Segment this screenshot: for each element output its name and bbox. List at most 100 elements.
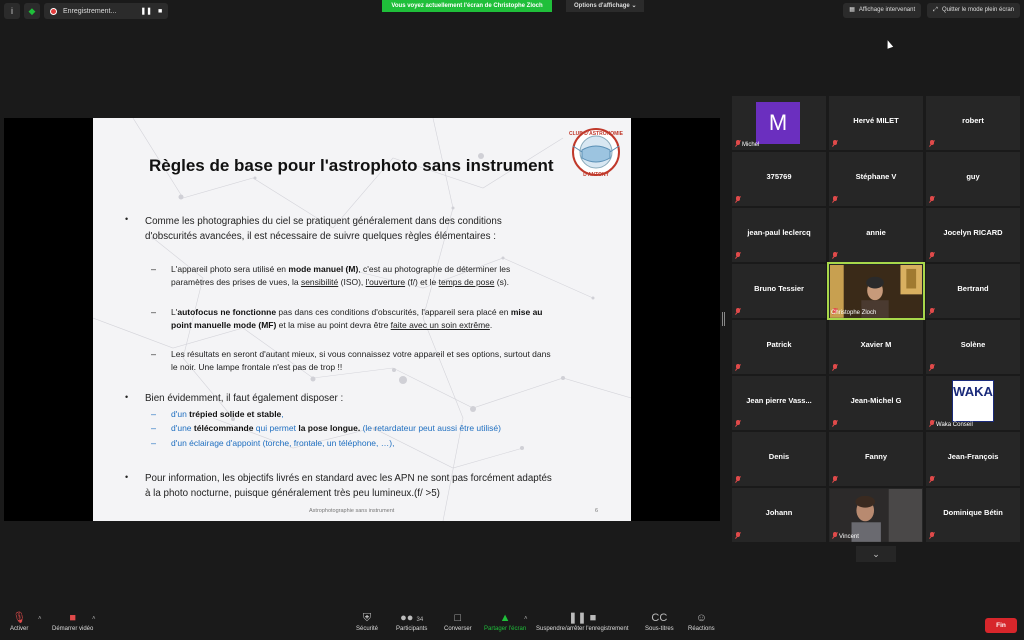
participant-name: Jean-Michel G xyxy=(850,396,902,405)
sub-2-line-1: L'autofocus ne fonctionne pas dans ces c… xyxy=(171,307,543,317)
bullet-1-line-2: d'obscurités avancées, il est nécessaire… xyxy=(145,231,496,242)
muted-mic-icon xyxy=(929,196,935,203)
participant-name: Johann xyxy=(765,508,793,517)
reactions-button[interactable]: ☺ Réactions xyxy=(688,610,715,632)
chevron-up-icon[interactable]: ˄ xyxy=(524,616,528,622)
end-meeting-button[interactable]: Fin xyxy=(985,618,1017,633)
participant-tile[interactable]: 375769 xyxy=(732,152,826,206)
info-icon[interactable]: i xyxy=(4,3,20,19)
recording-label: Enregistrement... xyxy=(63,7,117,15)
pause-stop-recording-button[interactable]: ❚❚ ■ Suspendre/arrêter l'enregistrement xyxy=(536,610,629,632)
dash-icon: – xyxy=(151,349,157,359)
dash-icon: – xyxy=(151,423,157,433)
participant-name: jean-paul leclercq xyxy=(747,228,811,237)
participant-tile[interactable]: Solène xyxy=(926,320,1020,374)
bullet-3-line-1: Pour information, les objectifs livrés e… xyxy=(145,473,552,484)
muted-mic-icon xyxy=(832,532,838,539)
subtitles-button[interactable]: CC Sous-titres xyxy=(645,610,674,632)
speaker-view-label: Affichage intervenant xyxy=(858,7,916,13)
participant-tile[interactable]: Vincent xyxy=(829,488,923,542)
muted-mic-icon xyxy=(929,252,935,259)
shield-icon[interactable]: ◆ xyxy=(24,3,40,19)
resize-handle[interactable] xyxy=(722,312,725,326)
participant-name: Fanny xyxy=(864,452,888,461)
shield-icon: ⛨ xyxy=(362,612,372,624)
participant-tile[interactable]: Bruno Tessier xyxy=(732,264,826,318)
participant-tile[interactable]: Xavier M xyxy=(829,320,923,374)
participants-count: 34 xyxy=(416,617,424,623)
slide-page-number: 6 xyxy=(595,508,599,514)
participant-tile[interactable]: guy xyxy=(926,152,1020,206)
chevron-up-icon[interactable]: ˄ xyxy=(92,616,96,622)
unmute-label: Activer xyxy=(10,626,29,632)
bullet-1-line-1: Comme les photographies du ciel se prati… xyxy=(145,216,502,227)
participant-tile[interactable]: WAKA Waka Conseil xyxy=(926,376,1020,430)
exit-fullscreen-button[interactable]: ⤢ Quitter le mode plein écran xyxy=(927,3,1020,18)
next-page-chevron-icon[interactable]: ⌄ xyxy=(856,546,896,562)
participant-tile[interactable]: jean-paul leclercq xyxy=(732,208,826,262)
view-options-button[interactable]: Options d'affichage ⌄ xyxy=(566,0,645,12)
participant-tile[interactable]: Johann xyxy=(732,488,826,542)
start-video-label: Démarrer vidéo xyxy=(52,626,94,632)
muted-mic-icon xyxy=(832,196,838,203)
chat-button[interactable]: □ Converser xyxy=(444,610,472,632)
participant-tile[interactable]: robert xyxy=(926,96,1020,150)
recording-indicator: Enregistrement... ❚❚ ■ xyxy=(44,3,169,19)
muted-mic-icon xyxy=(929,532,935,539)
participant-name: Dominique Bétin xyxy=(943,508,1003,517)
participant-tile[interactable]: Hervé MILET xyxy=(829,96,923,150)
share-screen-icon: ▲ xyxy=(499,612,511,624)
participant-name: Michel xyxy=(742,142,760,148)
muted-mic-icon xyxy=(735,140,741,147)
participant-tile[interactable]: Jean-François xyxy=(926,432,1020,486)
pause-recording-icon[interactable]: ❚❚ xyxy=(140,7,152,15)
top-bar: i ◆ Enregistrement... ❚❚ ■ Vous voyez ac… xyxy=(0,0,1024,22)
view-options-label: Options d'affichage xyxy=(574,3,630,9)
participant-name: Bertrand xyxy=(957,284,989,293)
exit-fullscreen-label: Quitter le mode plein écran xyxy=(941,7,1014,13)
smiley-icon: ☺ xyxy=(695,612,707,624)
participant-tile[interactable]: Patrick xyxy=(732,320,826,374)
detail-3: d'un éclairage d'appoint (torche, fronta… xyxy=(171,438,395,448)
reactions-label: Réactions xyxy=(688,626,715,632)
participant-tile[interactable]: Jean-Michel G xyxy=(829,376,923,430)
chevron-up-icon[interactable]: ˄ xyxy=(38,616,42,622)
participant-tile[interactable]: Bertrand xyxy=(926,264,1020,318)
detail-1: d'un trépied solide et stable, xyxy=(171,409,284,419)
participant-name: Bruno Tessier xyxy=(754,284,804,293)
participant-tile[interactable]: annie xyxy=(829,208,923,262)
share-screen-button[interactable]: ▲ Partager l'écran xyxy=(484,610,526,632)
muted-mic-icon xyxy=(735,532,741,539)
security-button[interactable]: ⛨ Sécurité xyxy=(356,610,378,632)
logo-text-bottom: D'ANTONY xyxy=(583,172,609,178)
participant-tile[interactable]: Jean pierre Vass... xyxy=(732,376,826,430)
participant-tile[interactable]: M Michel xyxy=(732,96,826,150)
participant-name: Solène xyxy=(960,340,986,349)
sub-2-line-2: point manuelle mode (MF) et la mise au p… xyxy=(171,320,493,330)
muted-mic-icon xyxy=(735,308,741,315)
unmute-button[interactable]: 🎙 Activer xyxy=(10,610,28,632)
participants-button[interactable]: ●● 34 Participants xyxy=(396,610,427,632)
participant-name: Jean pierre Vass... xyxy=(746,396,812,405)
participant-tile[interactable]: Denis xyxy=(732,432,826,486)
sub-1-line-1: L'appareil photo sera utilisé en mode ma… xyxy=(171,264,511,274)
muted-mic-icon xyxy=(832,476,838,483)
muted-mic-icon xyxy=(832,420,838,427)
start-video-button[interactable]: ■ Démarrer vidéo xyxy=(52,610,93,632)
muted-mic-icon: 🎙 xyxy=(12,612,27,624)
participant-tile[interactable]: Dominique Bétin xyxy=(926,488,1020,542)
active-speaker-tile[interactable]: Christophe Zloch xyxy=(827,262,925,320)
muted-mic-icon xyxy=(832,364,838,371)
participant-tile[interactable]: Stéphane V xyxy=(829,152,923,206)
stop-recording-icon[interactable]: ■ xyxy=(158,8,162,15)
participant-tile[interactable]: Jocelyn RICARD xyxy=(926,208,1020,262)
participant-tile[interactable]: Fanny xyxy=(829,432,923,486)
chat-label: Converser xyxy=(444,626,472,632)
sub-3-line-1: Les résultats en seront d'autant mieux, … xyxy=(171,349,551,359)
participant-name: Hervé MILET xyxy=(853,116,899,125)
speaker-view-button[interactable]: ▦ Affichage intervenant xyxy=(843,3,922,18)
chevron-down-icon: ⌄ xyxy=(631,3,637,9)
exit-fullscreen-icon: ⤢ xyxy=(933,7,938,13)
muted-mic-icon xyxy=(929,364,935,371)
participant-name: Christophe Zloch xyxy=(831,310,877,316)
